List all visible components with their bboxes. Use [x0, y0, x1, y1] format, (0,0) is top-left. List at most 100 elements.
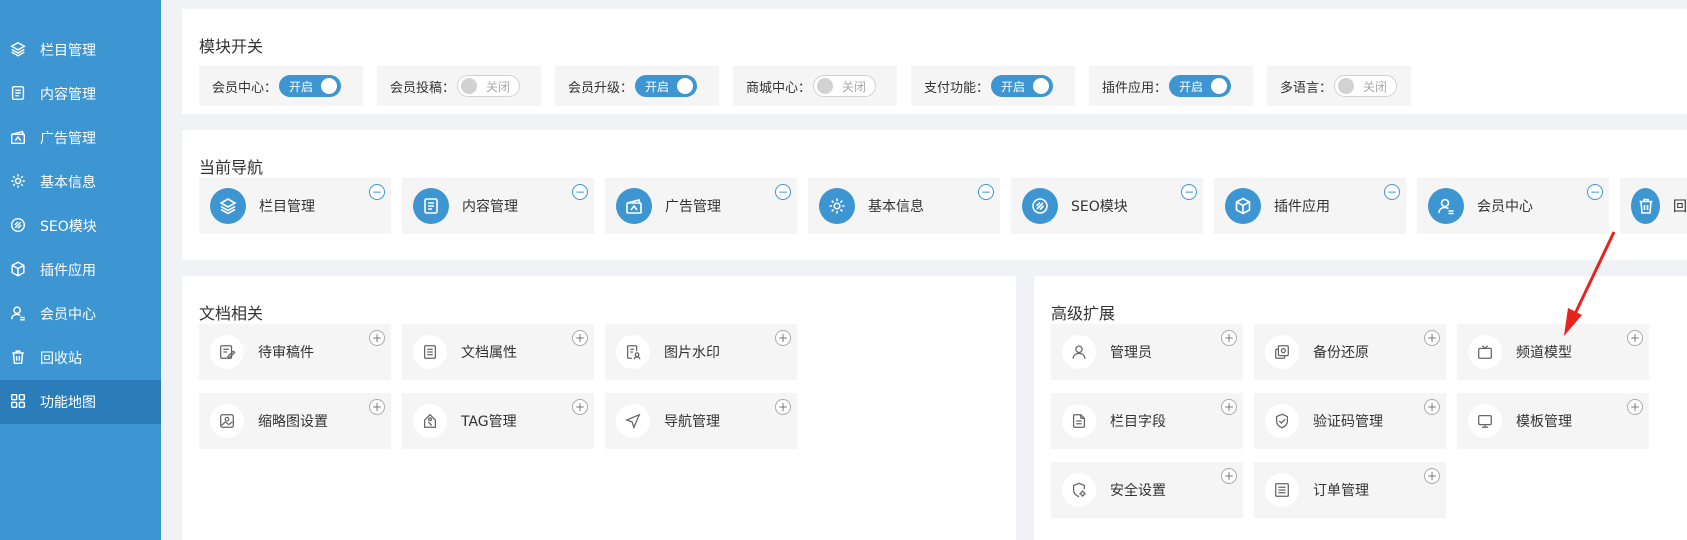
monitor-icon: [1468, 404, 1502, 438]
document-icon: [413, 188, 449, 224]
toggle-member-center: 会员中心： 开启: [199, 66, 363, 106]
card-label: 订单管理: [1313, 483, 1369, 499]
tool-card-captcha[interactable]: 验证码管理 +: [1254, 393, 1446, 449]
tool-card-template[interactable]: 模板管理 +: [1457, 393, 1649, 449]
sidebar-item-label: 插件应用: [40, 263, 96, 279]
user-icon: [1428, 188, 1464, 224]
toggle-switch[interactable]: 开启: [635, 75, 698, 97]
card-label: 导航管理: [664, 414, 720, 430]
card-label: 广告管理: [665, 199, 721, 215]
nav-card-plugins[interactable]: 插件应用 −: [1214, 178, 1406, 234]
card-label: 内容管理: [462, 199, 518, 215]
sidebar-item-seo[interactable]: SEO模块: [0, 204, 161, 248]
nav-card-ads[interactable]: 广告管理 −: [605, 178, 797, 234]
add-icon[interactable]: +: [572, 399, 588, 415]
toggle-switch[interactable]: 开启: [279, 75, 342, 97]
tool-card-order[interactable]: 订单管理 +: [1254, 462, 1446, 518]
sidebar-item-feature-map[interactable]: 功能地图: [0, 380, 161, 424]
toggle-label: 商城中心：: [746, 80, 812, 96]
nav-card-member[interactable]: 会员中心 −: [1417, 178, 1609, 234]
toggle-label: 会员升级：: [568, 80, 634, 96]
card-label: 模板管理: [1516, 414, 1572, 430]
sidebar-item-label: 基本信息: [40, 175, 96, 191]
card-label: 验证码管理: [1313, 414, 1383, 430]
card-label: 栏目管理: [259, 199, 315, 215]
toggle-plugin-app: 插件应用： 开启: [1089, 66, 1253, 106]
docs-panel: 文档相关 待审稿件 + 文档属性 + 图片水印 + 缩略图设置 + TAG管理 …: [182, 276, 1016, 540]
toggle-label: 多语言：: [1280, 80, 1333, 96]
toggle-switch[interactable]: 开启: [991, 75, 1054, 97]
remove-icon[interactable]: −: [572, 184, 588, 200]
card-label: 栏目字段: [1110, 414, 1166, 430]
document-icon: [9, 84, 29, 104]
nav-card-basic-info[interactable]: 基本信息 −: [808, 178, 1000, 234]
add-icon[interactable]: +: [1424, 330, 1440, 346]
sidebar-item-plugins[interactable]: 插件应用: [0, 248, 161, 292]
sidebar-item-label: 内容管理: [40, 87, 96, 103]
tool-card-thumbnail[interactable]: 缩略图设置 +: [199, 393, 391, 449]
remove-icon[interactable]: −: [978, 184, 994, 200]
toggle-mall-center: 商城中心： 关闭: [733, 66, 897, 106]
add-icon[interactable]: +: [1424, 468, 1440, 484]
doc-props-icon: [413, 335, 447, 369]
tool-card-channel-model[interactable]: 频道模型 +: [1457, 324, 1649, 380]
toggle-member-submission: 会员投稿： 关闭: [377, 66, 541, 106]
add-icon[interactable]: +: [775, 399, 791, 415]
sidebar-item-member[interactable]: 会员中心: [0, 292, 161, 336]
add-icon[interactable]: +: [1424, 399, 1440, 415]
card-label: 备份还原: [1313, 345, 1369, 361]
tool-card-admin[interactable]: 管理员 +: [1051, 324, 1243, 380]
tool-card-tag[interactable]: TAG管理 +: [402, 393, 594, 449]
sidebar-item-label: 会员中心: [40, 307, 96, 323]
toggle-label: 支付功能：: [924, 80, 990, 96]
sidebar-item-label: 回收站: [40, 351, 82, 367]
add-icon[interactable]: +: [369, 399, 385, 415]
remove-icon[interactable]: −: [775, 184, 791, 200]
module-switch-panel: 模块开关 会员中心： 开启 会员投稿： 关闭 会员升级： 开启 商城中心： 关闭…: [182, 9, 1687, 114]
toggle-switch[interactable]: 关闭: [457, 75, 521, 97]
backup-icon: [1265, 335, 1299, 369]
ad-icon: [616, 188, 652, 224]
field-icon: [1062, 404, 1096, 438]
panel-title: 文档相关: [199, 304, 264, 323]
add-icon[interactable]: +: [1627, 330, 1643, 346]
nav-card-recycle[interactable]: 回: [1620, 178, 1687, 234]
toggle-switch[interactable]: 关闭: [1334, 75, 1398, 97]
remove-icon[interactable]: −: [1384, 184, 1400, 200]
sidebar-item-content[interactable]: 内容管理: [0, 72, 161, 116]
sidebar-item-basic-info[interactable]: 基本信息: [0, 160, 161, 204]
add-icon[interactable]: +: [1221, 330, 1237, 346]
toggle-switch[interactable]: 关闭: [813, 75, 877, 97]
add-icon[interactable]: +: [369, 330, 385, 346]
card-label: 图片水印: [664, 345, 720, 361]
sidebar-item-column[interactable]: 栏目管理: [0, 28, 161, 72]
add-icon[interactable]: +: [1221, 399, 1237, 415]
panel-title: 当前导航: [199, 158, 264, 177]
card-label: SEO模块: [1071, 199, 1128, 215]
remove-icon[interactable]: −: [1587, 184, 1603, 200]
sidebar-item-recycle[interactable]: 回收站: [0, 336, 161, 380]
sidebar-item-ads[interactable]: 广告管理: [0, 116, 161, 160]
tool-card-security[interactable]: 安全设置 +: [1051, 462, 1243, 518]
remove-icon[interactable]: −: [1181, 184, 1197, 200]
cube-icon: [9, 260, 29, 280]
add-icon[interactable]: +: [775, 330, 791, 346]
nav-card-column[interactable]: 栏目管理 −: [199, 178, 391, 234]
nav-card-seo[interactable]: SEO模块 −: [1011, 178, 1203, 234]
card-label: 基本信息: [868, 199, 924, 215]
cube-icon: [1225, 188, 1261, 224]
remove-icon[interactable]: −: [369, 184, 385, 200]
tool-card-nav-manage[interactable]: 导航管理 +: [605, 393, 797, 449]
card-label: 回: [1673, 199, 1687, 215]
toggle-payment: 支付功能： 开启: [911, 66, 1075, 106]
toggle-switch[interactable]: 开启: [1169, 75, 1232, 97]
tool-card-doc-props[interactable]: 文档属性 +: [402, 324, 594, 380]
add-icon[interactable]: +: [572, 330, 588, 346]
tool-card-column-field[interactable]: 栏目字段 +: [1051, 393, 1243, 449]
tool-card-backup[interactable]: 备份还原 +: [1254, 324, 1446, 380]
add-icon[interactable]: +: [1627, 399, 1643, 415]
tool-card-pending[interactable]: 待审稿件 +: [199, 324, 391, 380]
tool-card-watermark[interactable]: 图片水印 +: [605, 324, 797, 380]
nav-card-content[interactable]: 内容管理 −: [402, 178, 594, 234]
add-icon[interactable]: +: [1221, 468, 1237, 484]
